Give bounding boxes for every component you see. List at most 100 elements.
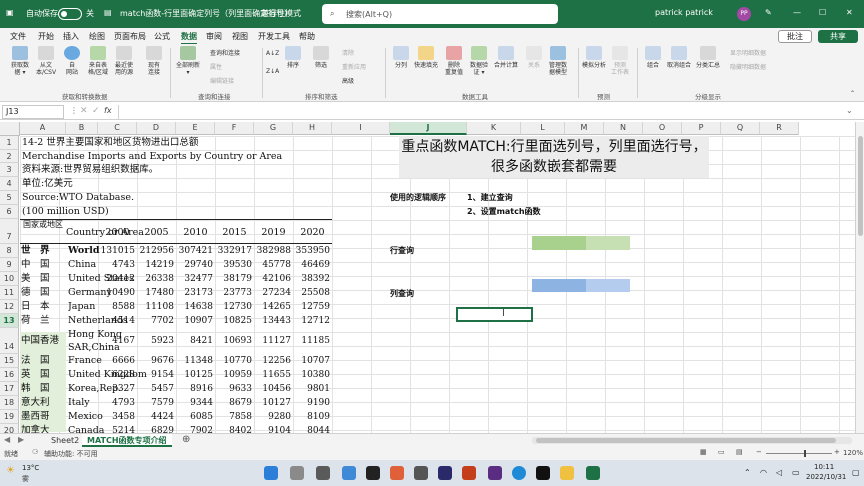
- row-header[interactable]: 17: [0, 382, 19, 396]
- weather-desc[interactable]: 雾: [22, 474, 29, 484]
- tab-page-layout[interactable]: 页面布局: [114, 31, 146, 42]
- subtotal-button[interactable]: 分类汇总: [696, 46, 720, 69]
- group-button[interactable]: 组合: [641, 46, 665, 69]
- consolidate-button[interactable]: 合并计算: [494, 46, 518, 69]
- save-icon[interactable]: ▤: [104, 8, 112, 17]
- text-to-columns-button[interactable]: 分列: [389, 46, 413, 69]
- row-header[interactable]: 1: [0, 136, 19, 150]
- from-text-csv-button[interactable]: 从文 本/CSV: [34, 46, 58, 76]
- column-header[interactable]: M: [565, 122, 604, 135]
- add-sheet-icon[interactable]: ⊕: [182, 434, 190, 445]
- name-box-dropdown-icon[interactable]: ⋮: [70, 106, 78, 115]
- selected-cell-j13[interactable]: [456, 307, 533, 322]
- existing-connections-button[interactable]: 现有 连接: [142, 46, 166, 76]
- row-header[interactable]: 2: [0, 150, 19, 163]
- row-header[interactable]: 15: [0, 354, 19, 368]
- pen-icon[interactable]: ✎: [765, 8, 772, 17]
- tab-home[interactable]: 开始: [38, 31, 54, 42]
- row-header[interactable]: 13: [0, 314, 19, 328]
- start-icon[interactable]: [264, 466, 278, 480]
- battery-icon[interactable]: ▭: [792, 468, 800, 477]
- cancel-icon[interactable]: ✕: [80, 106, 88, 116]
- column-header[interactable]: E: [176, 122, 215, 135]
- row-header[interactable]: 14: [0, 328, 19, 354]
- wifi-icon[interactable]: ◠: [760, 468, 767, 477]
- autosave-toggle[interactable]: [58, 8, 82, 20]
- zoom-slider[interactable]: [766, 450, 832, 457]
- filter-button[interactable]: 筛选: [309, 46, 333, 69]
- row-header[interactable]: 16: [0, 368, 19, 382]
- properties-button[interactable]: 属性: [210, 62, 222, 71]
- column-header[interactable]: C: [98, 122, 137, 135]
- sort-button[interactable]: 排序: [281, 46, 305, 69]
- widgets-icon[interactable]: [342, 466, 356, 480]
- tab-help[interactable]: 帮助: [299, 31, 315, 42]
- row-header[interactable]: 20: [0, 424, 19, 433]
- normal-view-icon[interactable]: ▦: [700, 448, 707, 456]
- weather-icon[interactable]: ☀: [6, 465, 15, 476]
- media-player-icon[interactable]: [390, 466, 404, 480]
- clear-filter-button[interactable]: 清除: [342, 48, 354, 57]
- ungroup-button[interactable]: 取消组合: [667, 46, 691, 69]
- flash-fill-button[interactable]: 快速填充: [414, 46, 438, 69]
- collapse-ribbon-icon[interactable]: ⌃: [850, 90, 855, 97]
- onenote-icon[interactable]: [488, 466, 502, 480]
- row-header[interactable]: 4: [0, 177, 19, 191]
- row-header[interactable]: 5: [0, 191, 19, 205]
- column-header[interactable]: L: [521, 122, 565, 135]
- zoom-level[interactable]: 120%: [843, 449, 863, 457]
- minimize-icon[interactable]: —: [793, 8, 801, 17]
- edit-links-button[interactable]: 编辑链接: [210, 76, 234, 85]
- search-box[interactable]: ⌕ 搜索(Alt+Q): [322, 4, 558, 24]
- remove-duplicates-button[interactable]: 删除 重复值: [442, 46, 466, 76]
- column-header[interactable]: J: [390, 122, 467, 135]
- notification-icon[interactable]: ▢: [852, 468, 860, 477]
- tab-view[interactable]: 视图: [232, 31, 248, 42]
- row-header[interactable]: 12: [0, 300, 19, 314]
- vertical-scrollbar[interactable]: [855, 122, 864, 433]
- close-icon[interactable]: ✕: [846, 8, 853, 17]
- tab-review[interactable]: 审阅: [206, 31, 222, 42]
- search-taskbar-icon[interactable]: [290, 466, 304, 480]
- enter-icon[interactable]: ✓: [92, 106, 100, 116]
- row-header[interactable]: 9: [0, 258, 19, 272]
- insert-function-icon[interactable]: fx: [104, 106, 112, 115]
- volume-icon[interactable]: ◁: [776, 468, 782, 477]
- row-header[interactable]: 11: [0, 286, 19, 300]
- prev-sheet-icon[interactable]: ◀: [4, 435, 10, 444]
- share-button[interactable]: 共享: [818, 30, 858, 43]
- column-header[interactable]: P: [682, 122, 721, 135]
- excel-taskbar-icon[interactable]: [586, 466, 600, 480]
- row-header[interactable]: 10: [0, 272, 19, 286]
- tab-formulas[interactable]: 公式: [154, 31, 170, 42]
- expand-formula-icon[interactable]: ⌄: [846, 106, 853, 115]
- tray-chevron-icon[interactable]: ⌃: [744, 468, 751, 477]
- column-header[interactable]: R: [760, 122, 799, 135]
- page-layout-view-icon[interactable]: ▭: [718, 448, 725, 456]
- tab-developer[interactable]: 开发工具: [258, 31, 290, 42]
- formula-input[interactable]: [118, 105, 854, 119]
- zoom-slider-handle[interactable]: [804, 450, 806, 457]
- comment-button[interactable]: 批注: [778, 30, 812, 43]
- what-if-analysis-button[interactable]: 模拟分析: [582, 46, 606, 69]
- advanced-filter-button[interactable]: 高级: [342, 76, 354, 85]
- tab-draw[interactable]: 绘图: [89, 31, 105, 42]
- column-header[interactable]: G: [254, 122, 293, 135]
- powerpoint-icon[interactable]: [462, 466, 476, 480]
- select-all-corner[interactable]: [0, 122, 20, 136]
- next-sheet-icon[interactable]: ▶: [18, 435, 24, 444]
- recent-sources-button[interactable]: 最近使 用的源: [112, 46, 136, 76]
- sort-ascending-button[interactable]: A↓Z: [266, 50, 279, 57]
- tiktok-icon[interactable]: [536, 466, 550, 480]
- premiere-icon[interactable]: [438, 466, 452, 480]
- queries-connections-button[interactable]: 查询和连接: [210, 48, 240, 57]
- page-break-view-icon[interactable]: ▤: [736, 448, 743, 456]
- task-view-icon[interactable]: [316, 466, 330, 480]
- column-header[interactable]: A: [20, 122, 66, 135]
- hide-detail-button[interactable]: 隐藏明细数据: [730, 62, 766, 71]
- sort-descending-button[interactable]: Z↓A: [266, 68, 279, 75]
- refresh-all-button[interactable]: 全部刷新 ▾: [176, 46, 200, 76]
- from-web-button[interactable]: 自网站: [60, 46, 84, 76]
- sheet-tab-match[interactable]: MATCH函数专项介绍: [82, 434, 172, 447]
- avatar[interactable]: PP: [737, 7, 751, 21]
